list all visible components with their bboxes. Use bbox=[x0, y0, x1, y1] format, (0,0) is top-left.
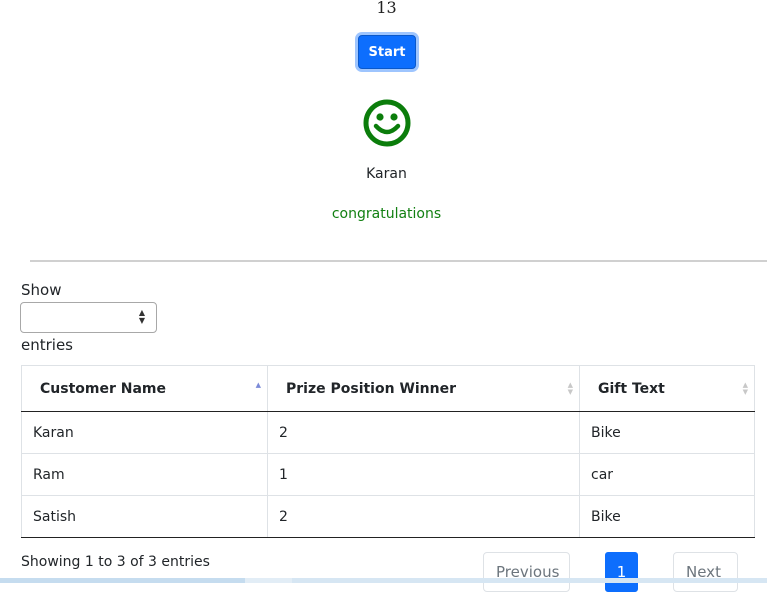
next-page-button[interactable]: Next bbox=[673, 552, 738, 592]
sort-updown-icon: ▲ ▼ bbox=[138, 308, 145, 325]
scrollbar-thumb[interactable] bbox=[0, 578, 245, 583]
show-label: Show bbox=[21, 281, 62, 299]
previous-page-button[interactable]: Previous bbox=[483, 552, 570, 592]
winners-table: Customer Name ▲ Prize Position Winner ▲ ▼… bbox=[21, 365, 755, 538]
cell-gift-text: car bbox=[579, 453, 755, 496]
sort-icon: ▲ ▼ bbox=[742, 381, 748, 396]
column-header-prize-position[interactable]: Prize Position Winner ▲ ▼ bbox=[267, 365, 580, 412]
start-button[interactable]: Start bbox=[358, 35, 416, 69]
column-header-label: Customer Name bbox=[40, 380, 166, 397]
sort-icon: ▲ ▼ bbox=[567, 381, 573, 396]
table-row: Karan 2 Bike bbox=[21, 411, 755, 454]
cell-gift-text: Bike bbox=[579, 411, 755, 454]
column-header-gift-text[interactable]: Gift Text ▲ ▼ bbox=[579, 365, 755, 412]
entries-per-page-select[interactable]: ▲ ▼ bbox=[20, 302, 157, 333]
smiley-face-icon bbox=[363, 99, 411, 147]
cell-gift-text: Bike bbox=[579, 495, 755, 538]
scrollbar-track-segment bbox=[292, 578, 767, 583]
cell-customer-name: Ram bbox=[21, 453, 268, 496]
column-header-label: Prize Position Winner bbox=[286, 380, 457, 397]
cell-prize-position: 2 bbox=[267, 411, 580, 454]
cell-prize-position: 1 bbox=[267, 453, 580, 496]
sort-ascending-icon: ▲ bbox=[255, 381, 261, 389]
table-header-row: Customer Name ▲ Prize Position Winner ▲ ▼… bbox=[21, 365, 755, 412]
cell-customer-name: Satish bbox=[21, 495, 268, 538]
table-row: Ram 1 car bbox=[21, 453, 755, 496]
column-header-customer-name[interactable]: Customer Name ▲ bbox=[21, 365, 268, 412]
table-row: Satish 2 Bike bbox=[21, 495, 755, 538]
page-1-button[interactable]: 1 bbox=[605, 552, 638, 592]
table-info: Showing 1 to 3 of 3 entries bbox=[21, 554, 210, 570]
entries-label: entries bbox=[21, 336, 73, 354]
column-header-label: Gift Text bbox=[598, 380, 665, 397]
cell-prize-position: 2 bbox=[267, 495, 580, 538]
congratulations-message: congratulations bbox=[331, 206, 442, 222]
divider bbox=[30, 260, 767, 262]
cell-customer-name: Karan bbox=[21, 411, 268, 454]
winner-name: Karan bbox=[366, 166, 407, 182]
counter-value: 13 bbox=[376, 0, 397, 17]
horizontal-scrollbar[interactable] bbox=[0, 578, 767, 583]
